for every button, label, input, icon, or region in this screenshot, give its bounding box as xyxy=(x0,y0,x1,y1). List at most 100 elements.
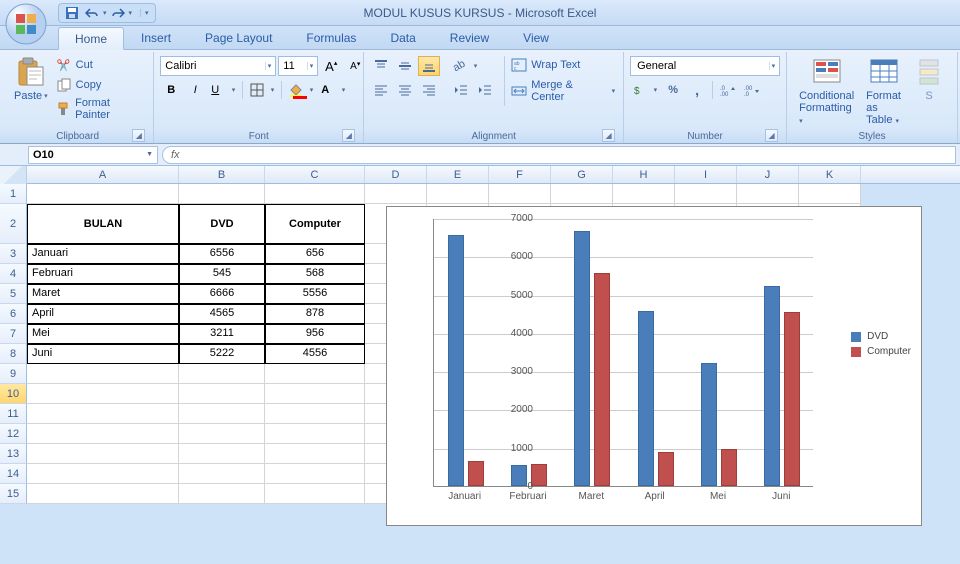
cell[interactable]: 878 xyxy=(265,304,365,324)
cell[interactable] xyxy=(799,184,861,204)
cell[interactable]: Juni xyxy=(27,344,179,364)
font-name-combo[interactable]: Calibri ▾ xyxy=(160,56,276,76)
cell[interactable] xyxy=(27,444,179,464)
wrap-text-button[interactable]: abc Wrap Text xyxy=(509,56,617,74)
qat-customize-icon[interactable]: ▾ xyxy=(140,9,149,17)
save-icon[interactable] xyxy=(63,5,81,21)
row-header-10[interactable]: 10 xyxy=(0,384,27,404)
paste-button[interactable]: Paste▾ xyxy=(8,54,54,104)
cell[interactable] xyxy=(613,184,675,204)
undo-icon[interactable] xyxy=(83,5,101,21)
grow-font-button[interactable]: A▴ xyxy=(320,56,342,76)
tab-page-layout[interactable]: Page Layout xyxy=(188,26,289,49)
column-header-F[interactable]: F xyxy=(489,166,551,183)
column-header-C[interactable]: C xyxy=(265,166,365,183)
cell[interactable] xyxy=(265,444,365,464)
cell[interactable] xyxy=(179,424,265,444)
cell[interactable]: 4556 xyxy=(265,344,365,364)
row-header-2[interactable]: 2 xyxy=(0,204,27,244)
cell[interactable]: Computer xyxy=(265,204,365,244)
increase-decimal-button[interactable]: .0.00 xyxy=(717,80,739,100)
bold-button[interactable]: B xyxy=(160,80,182,100)
tab-formulas[interactable]: Formulas xyxy=(289,26,373,49)
cell[interactable] xyxy=(265,384,365,404)
cell[interactable] xyxy=(265,424,365,444)
row-header-12[interactable]: 12 xyxy=(0,424,27,444)
row-header-4[interactable]: 4 xyxy=(0,264,27,284)
cell[interactable] xyxy=(179,184,265,204)
cell[interactable]: 3211 xyxy=(179,324,265,344)
tab-review[interactable]: Review xyxy=(433,26,506,49)
italic-button[interactable]: I xyxy=(184,80,206,100)
increase-indent-button[interactable] xyxy=(474,80,496,100)
redo-dropdown-icon[interactable]: ▾ xyxy=(129,9,133,17)
cell[interactable] xyxy=(737,184,799,204)
cell[interactable] xyxy=(27,384,179,404)
format-as-table-button[interactable]: Formatas Table ▾ xyxy=(860,54,907,128)
comma-button[interactable]: , xyxy=(686,80,708,100)
cell[interactable] xyxy=(179,364,265,384)
select-all-button[interactable] xyxy=(0,166,27,184)
align-top-button[interactable] xyxy=(370,56,392,76)
font-launcher-icon[interactable]: ◢ xyxy=(342,129,355,142)
cell[interactable] xyxy=(489,184,551,204)
redo-icon[interactable] xyxy=(109,5,127,21)
name-box[interactable]: O10 ▼ xyxy=(28,146,158,164)
cell[interactable]: 5222 xyxy=(179,344,265,364)
merge-center-button[interactable]: Merge & Center ▾ xyxy=(509,78,617,104)
cell[interactable]: 5556 xyxy=(265,284,365,304)
row-header-6[interactable]: 6 xyxy=(0,304,27,324)
accounting-format-button[interactable]: $▾ xyxy=(630,80,660,100)
copy-button[interactable]: Copy xyxy=(54,76,148,94)
conditional-formatting-button[interactable]: ConditionalFormatting ▾ xyxy=(793,54,860,128)
cell[interactable] xyxy=(365,184,427,204)
font-size-combo[interactable]: 11 ▾ xyxy=(278,56,318,76)
align-left-button[interactable] xyxy=(370,80,392,100)
tab-view[interactable]: View xyxy=(506,26,566,49)
embedded-chart[interactable]: DVD Computer 010002000300040005000600070… xyxy=(386,206,922,526)
cell[interactable]: BULAN xyxy=(27,204,179,244)
cell[interactable] xyxy=(265,364,365,384)
clipboard-launcher-icon[interactable]: ◢ xyxy=(132,129,145,142)
cell[interactable] xyxy=(27,464,179,484)
cell[interactable] xyxy=(27,484,179,504)
cell[interactable] xyxy=(27,184,179,204)
row-header-13[interactable]: 13 xyxy=(0,444,27,464)
orientation-button[interactable]: ab▾ xyxy=(450,56,480,76)
decrease-indent-button[interactable] xyxy=(450,80,472,100)
cell[interactable] xyxy=(675,184,737,204)
row-header-5[interactable]: 5 xyxy=(0,284,27,304)
row-header-1[interactable]: 1 xyxy=(0,184,27,204)
cell[interactable]: 656 xyxy=(265,244,365,264)
row-header-3[interactable]: 3 xyxy=(0,244,27,264)
undo-dropdown-icon[interactable]: ▾ xyxy=(103,9,107,17)
shrink-font-button[interactable]: A▾ xyxy=(344,56,366,76)
percent-button[interactable]: % xyxy=(662,80,684,100)
cell[interactable]: 568 xyxy=(265,264,365,284)
column-header-G[interactable]: G xyxy=(551,166,613,183)
tab-data[interactable]: Data xyxy=(373,26,432,49)
align-center-button[interactable] xyxy=(394,80,416,100)
column-header-I[interactable]: I xyxy=(675,166,737,183)
align-bottom-button[interactable] xyxy=(418,56,440,76)
cell[interactable]: 4565 xyxy=(179,304,265,324)
cell[interactable] xyxy=(265,484,365,504)
cell[interactable] xyxy=(179,404,265,424)
cell[interactable]: 6666 xyxy=(179,284,265,304)
cell[interactable] xyxy=(265,404,365,424)
tab-home[interactable]: Home xyxy=(58,27,124,50)
row-header-11[interactable]: 11 xyxy=(0,404,27,424)
row-header-8[interactable]: 8 xyxy=(0,344,27,364)
cell-styles-button[interactable]: S xyxy=(907,54,951,104)
row-header-7[interactable]: 7 xyxy=(0,324,27,344)
cell[interactable] xyxy=(179,444,265,464)
font-color-button[interactable]: A▾ xyxy=(318,80,348,100)
column-header-H[interactable]: H xyxy=(613,166,675,183)
cell[interactable]: 545 xyxy=(179,264,265,284)
cell[interactable]: DVD xyxy=(179,204,265,244)
row-header-15[interactable]: 15 xyxy=(0,484,27,504)
row-header-14[interactable]: 14 xyxy=(0,464,27,484)
cell[interactable] xyxy=(27,364,179,384)
cell[interactable] xyxy=(27,424,179,444)
cut-button[interactable]: ✂️ Cut xyxy=(54,56,148,74)
